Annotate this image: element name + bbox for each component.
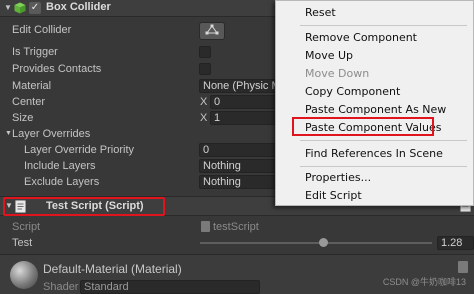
script-field: testScript (213, 221, 259, 233)
menu-item-reset[interactable]: Reset (305, 4, 336, 22)
is-trigger-label: Is Trigger (12, 46, 58, 58)
watermark: CSDN @牛奶咖啡13 (382, 277, 466, 287)
menu-item-find-references[interactable]: Find References In Scene (305, 145, 443, 163)
test-row: Test 1.28 (0, 235, 474, 251)
layer-override-priority-field[interactable]: 0 (199, 143, 276, 157)
script-row: Script testScript (0, 219, 474, 235)
menu-item-move-down: Move Down (305, 67, 370, 80)
component-context-menu: Reset Remove Component Move Up Move Down… (275, 0, 474, 206)
material-name: Default-Material (Material) (43, 262, 182, 276)
provides-contacts-label: Provides Contacts (12, 63, 102, 75)
size-x-axis-label: X (200, 112, 208, 124)
menu-separator (300, 140, 467, 141)
exclude-layers-label: Exclude Layers (24, 176, 100, 188)
fold-arrow-icon[interactable]: ▼ (4, 3, 12, 12)
menu-item-copy-component[interactable]: Copy Component (305, 83, 400, 101)
test-label: Test (12, 237, 33, 249)
layer-overrides-label: Layer Overrides (12, 128, 91, 140)
size-label: Size (12, 112, 34, 124)
menu-item-move-up[interactable]: Move Up (305, 47, 353, 65)
provides-contacts-checkbox[interactable] (199, 63, 211, 75)
paste-values-highlight-box (292, 117, 434, 136)
shader-dropdown[interactable]: Standard (80, 280, 260, 294)
box-collider-icon (14, 2, 26, 14)
script-label: Script (12, 221, 41, 233)
include-layers-dropdown[interactable]: Nothing (199, 159, 276, 173)
component-title: Box Collider (46, 1, 111, 13)
component-enabled-checkbox[interactable]: ✓ (29, 2, 41, 14)
center-x-axis-label: X (200, 96, 208, 108)
include-layers-label: Include Layers (24, 160, 96, 172)
layer-overrides-fold-icon[interactable]: ▼ (5, 126, 12, 142)
edit-collider-label: Edit Collider (12, 24, 72, 36)
menu-item-edit-script[interactable]: Edit Script (305, 187, 362, 205)
material-settings-icon[interactable] (458, 261, 468, 273)
script-file-icon (201, 221, 210, 232)
exclude-layers-dropdown[interactable]: Nothing (199, 175, 276, 189)
size-x-field[interactable]: 1 (210, 111, 276, 125)
edit-collider-button[interactable] (199, 22, 225, 40)
material-preview-sphere (10, 261, 38, 289)
is-trigger-checkbox[interactable] (199, 46, 211, 58)
edit-collider-icon (205, 24, 219, 35)
material-section: Default-Material (Material) Shader Stand… (0, 254, 474, 294)
menu-item-properties[interactable]: Properties... (305, 169, 371, 187)
menu-separator (300, 25, 467, 26)
test-value-field[interactable]: 1.28 (437, 236, 474, 250)
center-x-field[interactable]: 0 (210, 95, 276, 109)
material-label: Material (12, 80, 52, 92)
menu-item-remove-component[interactable]: Remove Component (305, 29, 417, 47)
shader-label: Shader (43, 281, 79, 293)
test-slider-thumb[interactable] (318, 238, 328, 247)
test-slider-track[interactable] (200, 242, 432, 244)
center-label: Center (12, 96, 46, 108)
test-script-highlight-box (3, 197, 165, 216)
layer-override-priority-label: Layer Override Priority (24, 144, 135, 156)
material-field[interactable]: None (Physic M (199, 79, 279, 93)
menu-separator (300, 166, 467, 167)
